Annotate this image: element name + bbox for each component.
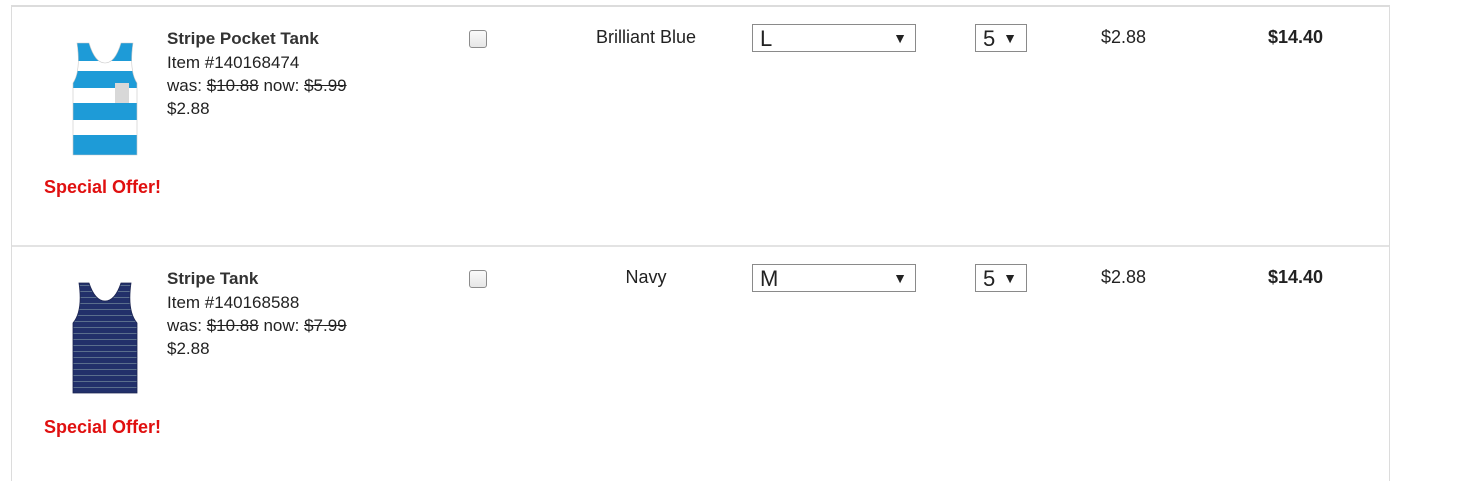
item-number: Item #140168588 bbox=[167, 293, 300, 312]
product-name[interactable]: Stripe Pocket Tank bbox=[167, 27, 347, 50]
color-value: Navy bbox=[625, 267, 667, 287]
price-history: was: $10.88 now: $7.99 bbox=[167, 314, 347, 337]
quantity-select[interactable]: 5 ▼ bbox=[975, 24, 1027, 52]
unit-price: $2.88 bbox=[1101, 27, 1147, 47]
now-label: now: bbox=[263, 76, 300, 95]
item-number: Item #140168474 bbox=[167, 53, 300, 72]
dropdown-arrow-icon: ▼ bbox=[1003, 30, 1017, 46]
line-total: $14.40 bbox=[1268, 27, 1324, 47]
special-offer-label: Special Offer! bbox=[44, 177, 162, 197]
item-checkbox[interactable] bbox=[469, 30, 487, 48]
now-price: $5.99 bbox=[304, 76, 347, 95]
size-value: M bbox=[760, 266, 779, 291]
now-price: $7.99 bbox=[304, 316, 347, 335]
cart-row: Stripe Tank Item #140168588 was: $10.88 … bbox=[12, 245, 1389, 485]
was-price: $10.88 bbox=[206, 316, 259, 335]
product-info: Stripe Tank Item #140168588 was: $10.88 … bbox=[167, 267, 347, 360]
product-image[interactable] bbox=[67, 41, 143, 159]
quantity-select[interactable]: 5 ▼ bbox=[975, 264, 1027, 292]
product-info: Stripe Pocket Tank Item #140168474 was: … bbox=[167, 27, 347, 120]
quantity-value: 5 bbox=[983, 266, 996, 291]
dropdown-arrow-icon: ▼ bbox=[893, 270, 907, 286]
now-label: now: bbox=[263, 316, 300, 335]
size-select[interactable]: L ▼ bbox=[752, 24, 916, 52]
was-label: was: bbox=[167, 316, 202, 335]
sale-price: $2.88 bbox=[167, 99, 210, 118]
size-value: L bbox=[760, 26, 773, 51]
was-price: $10.88 bbox=[206, 76, 259, 95]
unit-price: $2.88 bbox=[1101, 267, 1147, 287]
cart-table: Stripe Pocket Tank Item #140168474 was: … bbox=[11, 5, 1390, 481]
quantity-value: 5 bbox=[983, 26, 996, 51]
line-total: $14.40 bbox=[1268, 267, 1324, 287]
special-offer-label: Special Offer! bbox=[44, 417, 162, 437]
stripe-tank-image bbox=[72, 282, 138, 394]
sale-price: $2.88 bbox=[167, 339, 210, 358]
stripe-pocket-tank-image bbox=[72, 42, 138, 156]
size-select[interactable]: M ▼ bbox=[752, 264, 916, 292]
was-label: was: bbox=[167, 76, 202, 95]
product-name[interactable]: Stripe Tank bbox=[167, 267, 347, 290]
dropdown-arrow-icon: ▼ bbox=[893, 30, 907, 46]
cart-row: Stripe Pocket Tank Item #140168474 was: … bbox=[12, 7, 1389, 245]
color-value: Brilliant Blue bbox=[595, 27, 697, 47]
dropdown-arrow-icon: ▼ bbox=[1003, 270, 1017, 286]
price-history: was: $10.88 now: $5.99 bbox=[167, 74, 347, 97]
item-checkbox[interactable] bbox=[469, 270, 487, 288]
product-image[interactable] bbox=[67, 281, 143, 399]
